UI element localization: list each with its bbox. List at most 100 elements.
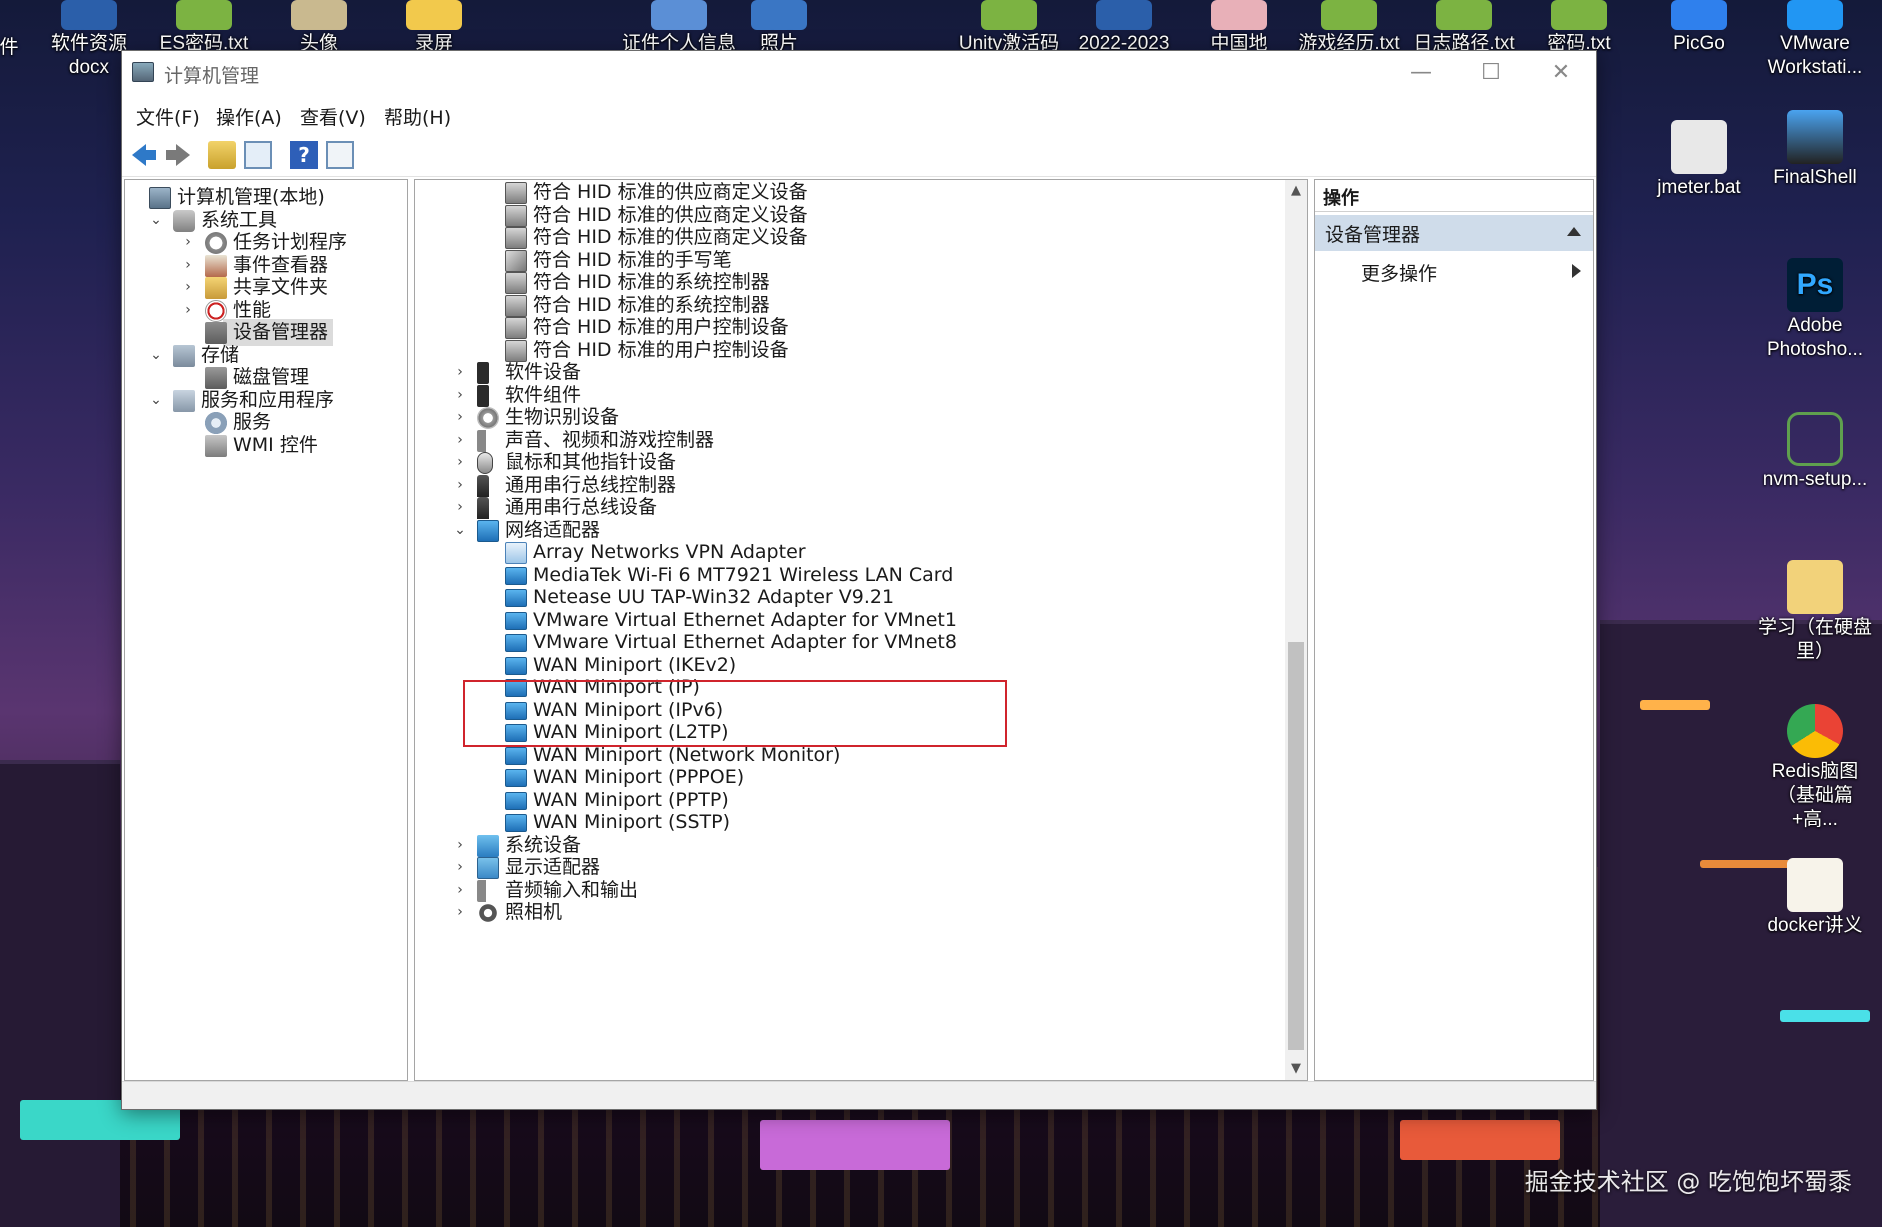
folder-icon [406, 0, 462, 30]
device-tree-label: 照相机 [505, 901, 563, 923]
window-title: 计算机管理 [164, 65, 260, 87]
scroll-down-icon[interactable]: ▼ [1285, 1058, 1307, 1080]
desktop-icon-label: jmeter.bat [1657, 177, 1741, 198]
vmware-icon [1787, 0, 1843, 30]
computer-management-icon [132, 62, 154, 82]
desktop-icon[interactable]: 游戏经历.txt [1290, 0, 1408, 56]
desktop-icon[interactable]: ES密码.txt [145, 0, 263, 56]
desktop-icon-label: Redis脑图（基础篇+高... [1771, 761, 1859, 830]
bat-file-icon [1671, 120, 1727, 174]
close-button[interactable]: ✕ [1526, 51, 1596, 95]
network-adapter-icon [505, 656, 527, 675]
camera-icon [477, 902, 499, 924]
notepad-icon [1321, 0, 1377, 30]
notepad-icon [176, 0, 232, 30]
network-adapter-icon [505, 814, 527, 832]
desktop-icon[interactable]: 头像 [260, 0, 378, 56]
maximize-button[interactable]: ☐ [1456, 51, 1526, 95]
desktop-icon[interactable]: nvm-setup... [1756, 412, 1874, 492]
vertical-scrollbar[interactable]: ▲ ▼ [1285, 180, 1307, 1080]
wallpaper-light [760, 1120, 950, 1170]
desktop-icon-label: 学习（在硬盘里） [1757, 617, 1872, 662]
tree-item[interactable]: WMI 控件 [125, 432, 407, 459]
watermark-text: 掘金技术社区 @ 吃饱饱坏蜀黍 [1524, 1168, 1852, 1196]
computer-management-window: 计算机管理 — ☐ ✕ 文件(F) 操作(A) 查看(V) 帮助(H) ? 计算… [121, 50, 1597, 1110]
desktop-icon[interactable]: jmeter.bat [1640, 120, 1758, 200]
desktop-icon[interactable]: 日志路径.txt [1405, 0, 1523, 56]
scroll-thumb[interactable] [1288, 642, 1304, 1050]
up-folder-icon[interactable] [208, 141, 236, 169]
word-doc-icon [61, 0, 117, 30]
notepad-icon [1436, 0, 1492, 30]
network-adapter-icon [505, 746, 527, 765]
actions-section-device-manager[interactable]: 设备管理器 [1315, 215, 1593, 251]
menu-view[interactable]: 查看(V) [300, 103, 366, 130]
menu-action[interactable]: 操作(A) [216, 103, 282, 130]
desktop-icon[interactable]: 照片 [720, 0, 838, 56]
wallpaper-light [1780, 1010, 1870, 1022]
desktop-icon[interactable]: 密码.txt [1520, 0, 1638, 56]
collapse-up-icon[interactable] [1567, 227, 1581, 236]
desktop-icon[interactable]: Unity激活码 [950, 0, 1068, 56]
expand-right-icon[interactable]: › [453, 899, 467, 926]
word-doc-icon [1096, 0, 1152, 30]
network-adapter-icon [505, 769, 527, 787]
device-tree-item[interactable]: › 照相机 [415, 899, 1285, 926]
wmi-control-icon [205, 434, 227, 457]
back-arrow-icon[interactable] [130, 141, 158, 169]
notepad-icon [981, 0, 1037, 30]
desktop-icon[interactable]: FinalShell [1756, 110, 1874, 190]
help-icon[interactable]: ? [290, 141, 318, 169]
network-adapter-icon [505, 589, 527, 607]
status-bar [122, 1081, 1596, 1109]
menu-file[interactable]: 文件(F) [136, 103, 200, 130]
nodejs-icon [1787, 412, 1843, 466]
actions-header: 操作 [1315, 180, 1593, 212]
desktop-icon[interactable]: VMware Workstati... [1756, 0, 1874, 80]
desktop-icon[interactable]: 录屏 [375, 0, 493, 56]
pdf-file-icon [1787, 858, 1843, 912]
folder-shortcut-icon [1787, 560, 1843, 614]
actions-section-label: 设备管理器 [1325, 224, 1421, 246]
more-actions-label: 更多操作 [1361, 263, 1438, 285]
actions-pane: 操作 设备管理器 更多操作 [1314, 179, 1594, 1081]
image-icon [291, 0, 347, 30]
wallpaper-light [1640, 700, 1710, 710]
desktop-icon[interactable]: Ps Adobe Photosho... [1756, 258, 1874, 362]
more-actions-item[interactable]: 更多操作 [1315, 254, 1593, 288]
network-adapter-icon [505, 791, 527, 810]
notepad-icon [1551, 0, 1607, 30]
device-tree: 符合 HID 标准的供应商定义设备 符合 HID 标准的供应商定义设备 符合 HID… [415, 180, 1285, 1080]
console-tree-pane: 计算机管理(本地) ⌄ 系统工具 › 任务计划程序 › 事件查看器 › 共享文件夹 › 性能 设备管理… [124, 179, 408, 1081]
console-tree-icon[interactable] [244, 141, 272, 169]
finalshell-icon [1787, 110, 1843, 164]
properties-icon[interactable] [326, 141, 354, 169]
menu-help[interactable]: 帮助(H) [384, 103, 451, 130]
desktop-icon-label: docker讲义 [1767, 915, 1863, 936]
network-adapter-icon [505, 634, 527, 652]
desktop-icon-label: VMware Workstati... [1767, 33, 1863, 78]
minimize-button[interactable]: — [1386, 51, 1456, 95]
highlight-annotation-box [463, 680, 1007, 747]
map-image-icon [1211, 0, 1267, 30]
desktop-icon[interactable]: docker讲义 [1756, 858, 1874, 938]
desktop-icon-label: 件 [0, 37, 19, 58]
desktop-icon[interactable]: PicGo [1640, 0, 1758, 56]
desktop-icon[interactable]: 学习（在硬盘里） [1756, 560, 1874, 664]
desktop-icon[interactable]: Redis脑图（基础篇+高... [1756, 704, 1874, 832]
submenu-arrow-icon [1572, 264, 1581, 278]
photos-icon [751, 0, 807, 30]
wallpaper-light [1400, 1120, 1560, 1160]
scroll-up-icon[interactable]: ▲ [1285, 180, 1307, 202]
tree-item-label: WMI 控件 [233, 433, 318, 456]
folder-shortcut-icon [651, 0, 707, 30]
menu-bar: 文件(F) 操作(A) 查看(V) 帮助(H) [122, 95, 1596, 133]
toolbar: ? [122, 133, 1596, 177]
desktop-icon-label: FinalShell [1773, 167, 1857, 188]
chrome-icon [1787, 704, 1843, 758]
title-bar[interactable]: 计算机管理 — ☐ ✕ [122, 51, 1596, 95]
desktop-icon[interactable]: 2022-2023 [1065, 0, 1183, 56]
forward-arrow-icon[interactable] [164, 141, 192, 169]
picgo-icon [1671, 0, 1727, 30]
device-tree-pane: 符合 HID 标准的供应商定义设备 符合 HID 标准的供应商定义设备 符合 HID… [414, 179, 1308, 1081]
